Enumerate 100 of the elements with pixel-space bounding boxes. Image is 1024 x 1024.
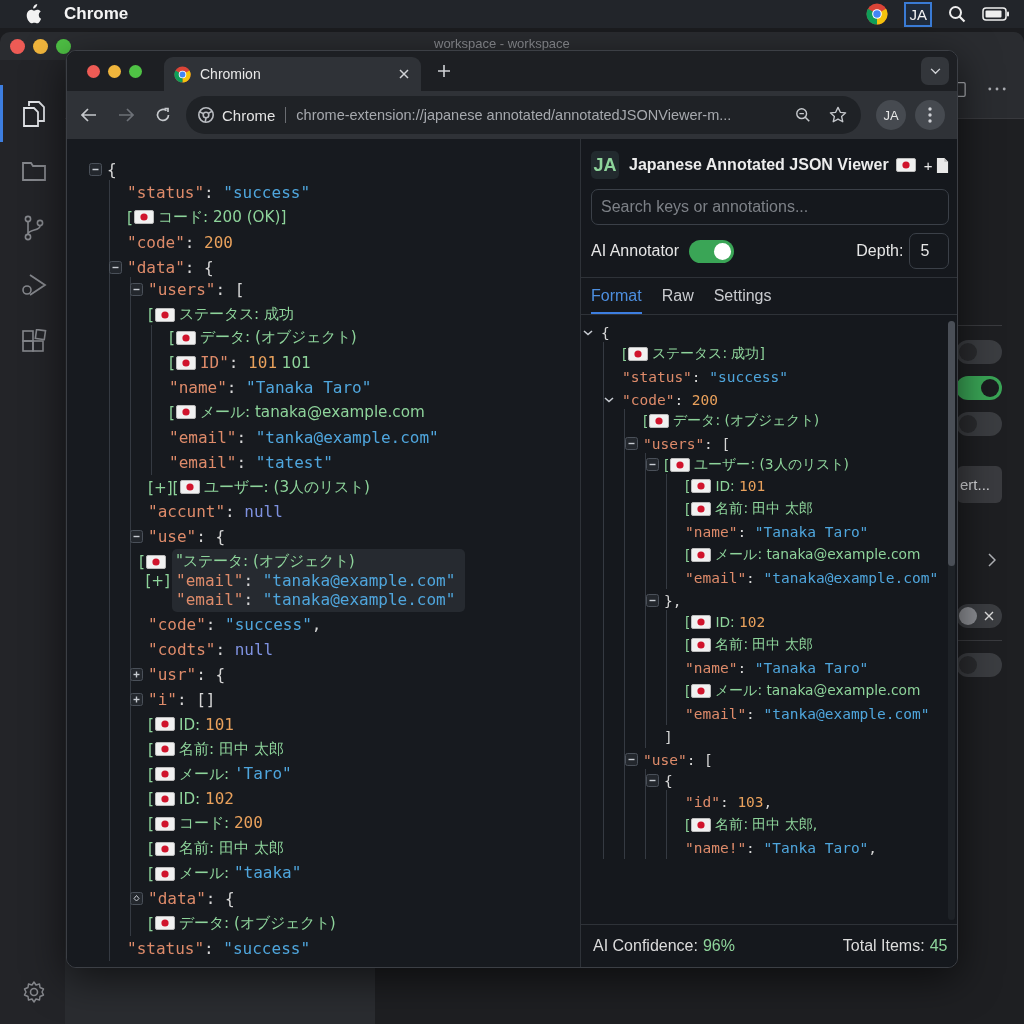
battery-icon[interactable]: [982, 7, 1010, 21]
japan-flag-icon: [691, 683, 712, 698]
json-line: "id": 103,: [685, 793, 773, 810]
tab-search-button[interactable]: [921, 57, 949, 85]
panel-title: Japanese Annotated JSON Viewer: [629, 156, 889, 174]
close-button[interactable]: [87, 64, 100, 78]
toggle-switch[interactable]: [956, 376, 1002, 400]
annotation-bracket: [: [169, 402, 175, 422]
annotation-bracket: [: [148, 305, 154, 325]
collapse-icon[interactable]: [646, 594, 659, 607]
toggle-switch[interactable]: [689, 239, 735, 263]
view-tab[interactable]: Settings: [713, 278, 772, 314]
json-line: "use": [: [643, 751, 713, 768]
japan-flag-icon: [175, 355, 196, 370]
expand-icon[interactable]: [130, 667, 143, 681]
japan-flag-icon: [154, 767, 175, 782]
json-line: "email": "tatest": [169, 452, 333, 472]
scrollbar[interactable]: [948, 321, 956, 920]
toggle-switch[interactable]: [956, 412, 1002, 436]
toggle-switch[interactable]: [956, 340, 1002, 364]
expand-icon[interactable]: [130, 692, 143, 706]
japan-flag-icon: [649, 413, 670, 428]
annotation-text: メール: 'Taro": [178, 763, 292, 785]
apple-logo-icon[interactable]: [24, 3, 42, 25]
reload-icon[interactable]: [155, 107, 171, 123]
annotation-bracket: [: [148, 714, 154, 734]
toggle-icon[interactable]: [130, 892, 143, 905]
annotation-bracket: [: [148, 913, 154, 933]
caret-down-icon[interactable]: [583, 329, 593, 336]
settings-button[interactable]: ert...: [957, 465, 1002, 503]
collapse-icon[interactable]: [130, 283, 143, 297]
close-icon[interactable]: [399, 69, 409, 79]
confidence-value: 96%: [702, 937, 735, 955]
toggle-switch[interactable]: [956, 653, 1002, 677]
view-tab[interactable]: Raw: [661, 278, 694, 314]
extension-button[interactable]: JA: [876, 100, 906, 130]
json-line: "use": {: [148, 527, 226, 547]
view-tab[interactable]: Format: [591, 278, 642, 314]
annotation-text: 名前: 田中 太郎,: [715, 815, 818, 834]
browser-tab[interactable]: Chromion: [164, 57, 421, 91]
minimize-button[interactable]: [33, 38, 48, 54]
json-line: "email": "tanaka@example.com": [685, 569, 939, 586]
annotation-bracket: [: [148, 814, 154, 834]
annotation-text: メール: tanaka@example.com: [715, 545, 921, 564]
chevron-right-icon[interactable]: [988, 553, 996, 567]
annotation-text: ID: 101: [178, 714, 234, 734]
zoom-icon[interactable]: [795, 107, 811, 123]
new-tab-icon[interactable]: [437, 64, 451, 78]
extension-logo: JA: [591, 151, 619, 179]
extension-badge[interactable]: JA: [904, 1, 932, 27]
collapse-icon[interactable]: [625, 753, 638, 766]
depth-field[interactable]: 5: [909, 233, 950, 269]
json-line: "email": "tanka@example.com": [685, 705, 930, 722]
annotation-bracket: [: [127, 207, 133, 227]
json-line: "code": "success",: [148, 615, 322, 635]
collapse-icon[interactable]: [89, 162, 102, 176]
japan-flag-icon: [154, 816, 175, 831]
menu-button[interactable]: [915, 100, 945, 130]
collapse-icon[interactable]: [625, 437, 638, 450]
japan-flag-icon: [691, 501, 712, 516]
chevron-down-icon: [929, 67, 941, 75]
toggle-switch[interactable]: [956, 604, 1002, 628]
caret-down-icon[interactable]: [604, 396, 614, 403]
json-line: "email": "tanka@example.com": [169, 427, 439, 447]
japan-flag-icon: [691, 614, 712, 629]
annotation-text: データ: (オブジェクト): [673, 411, 820, 430]
chrome-logo-icon[interactable]: [866, 3, 889, 25]
json-line: "status": "success": [622, 368, 788, 385]
collapse-icon[interactable]: [109, 260, 122, 274]
address-bar[interactable]: Chrome chrome-extension://japanese annotated/annotatedJSONViewer-m...: [186, 96, 861, 134]
annotation-text: ステータス: 成功]: [652, 344, 765, 363]
minimize-button[interactable]: [108, 64, 121, 78]
collapse-icon[interactable]: [646, 774, 659, 787]
annotation-text: ID: 102: [715, 613, 766, 630]
annotation-bracket: [+][: [148, 477, 179, 497]
json-line: "usr": {: [148, 664, 226, 684]
maximize-button[interactable]: [129, 64, 142, 78]
confidence-label: AI Confidence:: [593, 937, 698, 955]
json-line: "email": "tanaka@example.com": [176, 590, 456, 610]
annotation-text: 名前: 田中 太郎: [715, 499, 813, 518]
back-icon[interactable]: [81, 108, 97, 122]
json-line: "name!": "Tanka Taro",: [685, 839, 878, 856]
maximize-button[interactable]: [56, 38, 71, 54]
japan-flag-icon: [175, 330, 196, 345]
collapse-icon[interactable]: [130, 530, 143, 544]
search-icon[interactable]: [948, 5, 966, 23]
japan-flag-icon: [628, 346, 649, 361]
annotation-text: ユーザー: (3人のリスト): [694, 455, 849, 474]
japan-flag-icon: [146, 554, 166, 569]
close-button[interactable]: [10, 38, 25, 54]
clear-icon[interactable]: [984, 611, 994, 621]
depth-label: Depth:: [856, 242, 904, 260]
collapse-icon[interactable]: [646, 458, 659, 471]
app-name[interactable]: Chrome: [64, 4, 129, 24]
japan-flag-icon: [895, 158, 916, 172]
search-field[interactable]: Search keys or annotations...: [591, 189, 950, 225]
star-icon[interactable]: [829, 106, 847, 124]
json-line: [+]: [145, 571, 170, 591]
annotation-bracket: [: [148, 864, 154, 884]
more-icon[interactable]: [988, 87, 1006, 91]
